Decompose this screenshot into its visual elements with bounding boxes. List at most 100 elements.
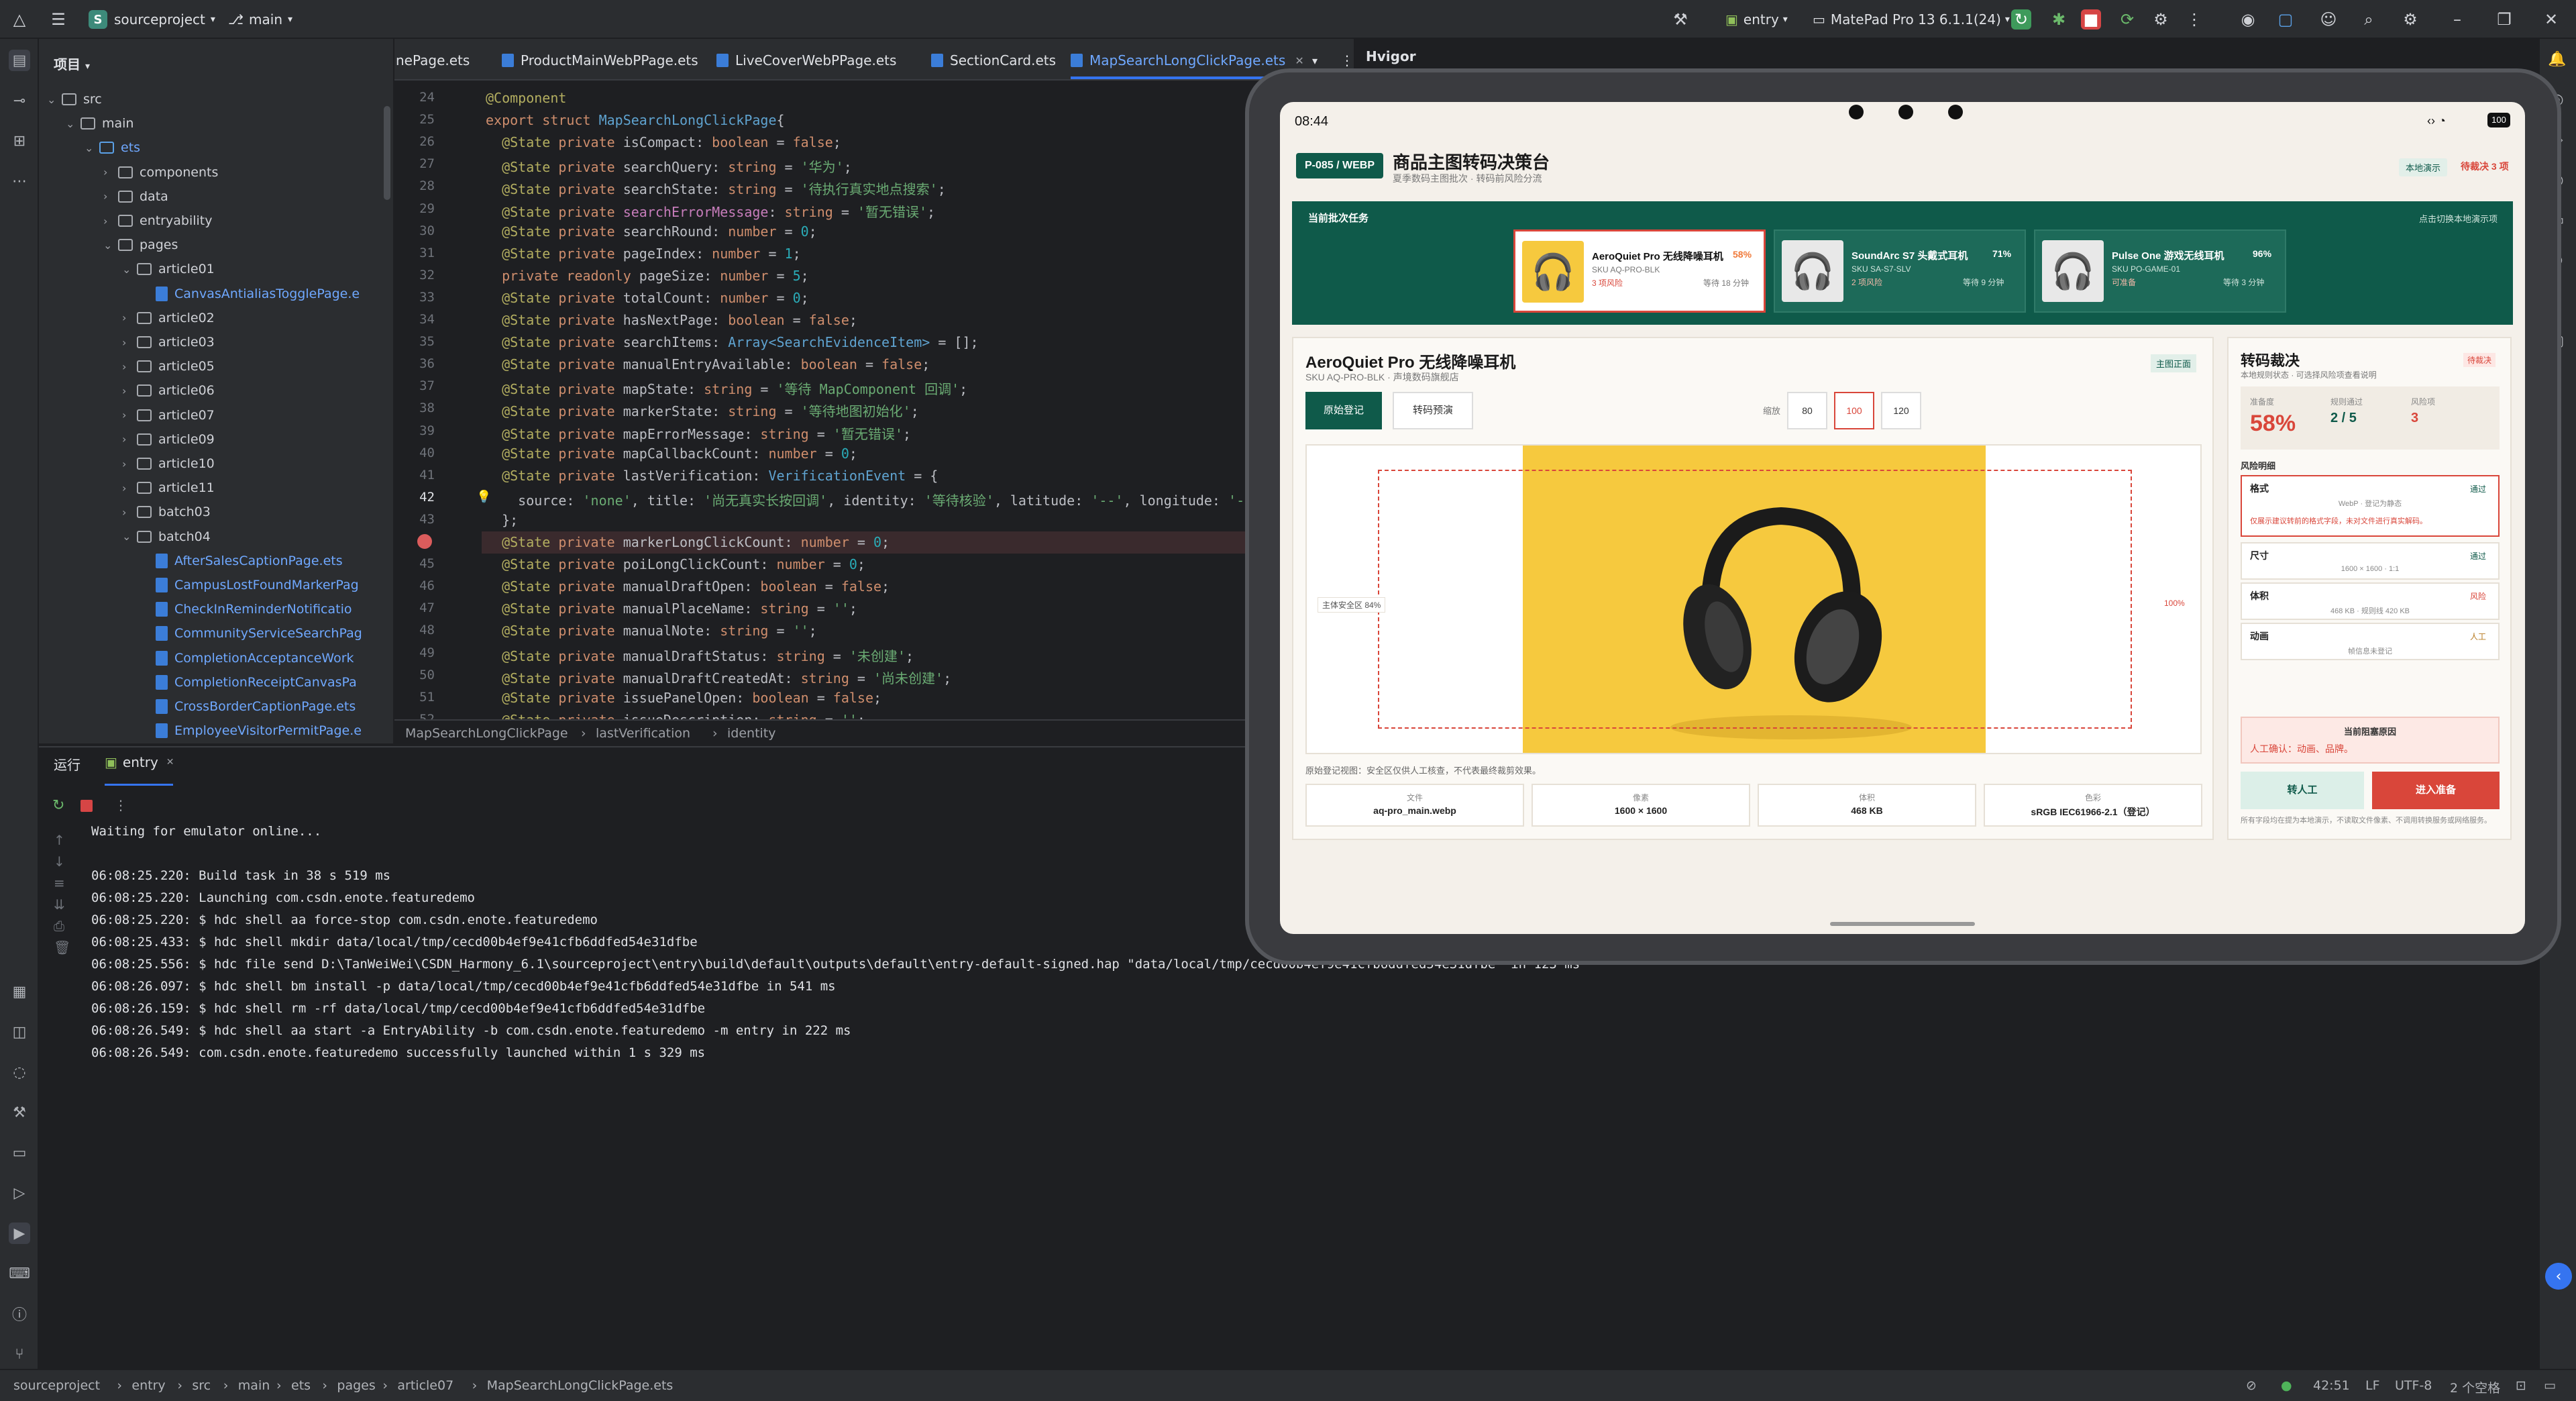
tree-row[interactable]: › article02: [122, 306, 215, 330]
gear-icon[interactable]: ⚙: [2400, 9, 2420, 30]
zoom-option[interactable]: 100: [1834, 392, 1874, 429]
zoom-option[interactable]: 80: [1787, 392, 1827, 429]
build-icon[interactable]: ⚒: [9, 1102, 30, 1123]
log-icon[interactable]: ◫: [9, 1021, 30, 1043]
tab-list-chevron-icon[interactable]: ▾: [1312, 48, 1318, 72]
indent-setting[interactable]: 2 个空格: [2450, 1378, 2500, 1396]
folder-icon[interactable]: ▢: [2275, 9, 2296, 30]
status-path-item[interactable]: article07: [397, 1378, 453, 1393]
notifications-icon[interactable]: 🔔: [2546, 48, 2568, 70]
account-icon[interactable]: ☺: [2318, 9, 2339, 30]
status-path-item[interactable]: MapSearchLongClickPage.ets: [487, 1378, 674, 1393]
play-icon[interactable]: ▷: [9, 1182, 30, 1204]
tree-arrow-icon[interactable]: ⌄: [85, 142, 99, 154]
breadcrumb-item[interactable]: identity: [727, 726, 776, 741]
manual-button[interactable]: 转人工: [2241, 772, 2364, 809]
preview-button[interactable]: 转码预演: [1393, 392, 1473, 429]
problems-icon[interactable]: ⓘ: [9, 1303, 30, 1325]
tree-row[interactable]: AfterSalesCaptionPage.ets: [141, 549, 343, 573]
tree-arrow-icon[interactable]: ›: [122, 482, 137, 495]
tree-arrow-icon[interactable]: ›: [122, 360, 137, 373]
tree-row[interactable]: ⌄ ets: [85, 136, 140, 160]
tree-row[interactable]: CampusLostFoundMarkerPag: [141, 573, 359, 597]
tree-row[interactable]: CompletionAcceptanceWork: [141, 646, 354, 670]
more-icon[interactable]: ⋯: [9, 170, 30, 192]
image-canvas[interactable]: 主体安全区 84% 100%: [1305, 444, 2202, 754]
tree-row[interactable]: › article10: [122, 452, 215, 476]
tree-arrow-icon[interactable]: ⌄: [103, 239, 118, 252]
arrow-down-icon[interactable]: ↓: [54, 851, 70, 872]
tree-row[interactable]: ⌄ article01: [122, 257, 215, 281]
tree-arrow-icon[interactable]: ›: [122, 506, 137, 519]
tree-row[interactable]: › article11: [122, 476, 215, 500]
more-icon[interactable]: ⋮: [2184, 9, 2204, 30]
tree-row[interactable]: ⌄ main: [66, 111, 133, 136]
services-icon[interactable]: ◌: [9, 1061, 30, 1083]
minimize-icon[interactable]: –: [2447, 9, 2467, 30]
enter-prepare-button[interactable]: 进入准备: [2372, 772, 2500, 809]
line-separator[interactable]: LF: [2365, 1378, 2380, 1393]
tree-row[interactable]: CanvasAntialiasTogglePage.e: [141, 282, 360, 306]
breakpoint-dot[interactable]: [417, 534, 432, 549]
tree-row[interactable]: CrossBorderCaptionPage.ets: [141, 694, 356, 719]
tree-arrow-icon[interactable]: ›: [122, 384, 137, 397]
search-icon[interactable]: ⌕: [2359, 9, 2379, 30]
tree-arrow-icon[interactable]: ›: [103, 215, 118, 227]
tree-row[interactable]: CommunityServiceSearchPag: [141, 621, 362, 645]
git-icon[interactable]: ⑂: [9, 1343, 30, 1365]
status-path-item[interactable]: entry: [131, 1378, 165, 1393]
memory-icon[interactable]: ▭: [2544, 1378, 2556, 1393]
tab-3[interactable]: SectionCard.ets: [931, 48, 1056, 72]
hammer-icon[interactable]: ⚒: [1670, 9, 1690, 30]
risk-item[interactable]: 体积 风险 468 KB · 规则线 420 KB: [2241, 582, 2500, 620]
close-icon[interactable]: ✕: [2541, 9, 2561, 30]
tree-row[interactable]: CheckInReminderNotificatio: [141, 597, 352, 621]
arrow-up-icon[interactable]: ↑: [54, 829, 70, 851]
project-switcher[interactable]: S sourceproject ▾: [89, 7, 215, 32]
tab-2[interactable]: LiveCoverWebPPage.ets: [716, 48, 896, 72]
tree-row[interactable]: CompletionReceiptCanvasPa: [141, 670, 357, 694]
readonly-icon[interactable]: ⊡: [2516, 1378, 2526, 1393]
status-path-item[interactable]: src: [192, 1378, 211, 1393]
risk-item[interactable]: 格式 通过 WebP · 登记为静态 仅展示建议转前的格式字段，未对文件进行真实解码。: [2241, 475, 2500, 537]
tree-row[interactable]: ⌄ pages: [103, 233, 178, 257]
tree-scrollbar[interactable]: [384, 106, 390, 200]
status-path-item[interactable]: pages: [337, 1378, 375, 1393]
tab-1[interactable]: ProductMainWebPPage.ets: [502, 48, 698, 72]
more-icon[interactable]: ⋮: [114, 797, 127, 813]
tree-row[interactable]: › article05: [122, 354, 215, 378]
console-icon[interactable]: ⌨: [9, 1263, 30, 1284]
tree-row[interactable]: ⌄ batch04: [122, 525, 211, 549]
tree-row[interactable]: › article06: [122, 378, 215, 403]
register-button[interactable]: 原始登记: [1305, 392, 1382, 429]
tree-arrow-icon[interactable]: ›: [122, 433, 137, 446]
status-path-item[interactable]: main: [238, 1378, 270, 1393]
task-card[interactable]: 🎧 AeroQuiet Pro 无线降噪耳机 SKU AQ-PRO-BLK 3 项风险…: [1513, 229, 1766, 313]
stop-icon[interactable]: [80, 800, 93, 812]
tree-arrow-icon[interactable]: ›: [122, 336, 137, 349]
tree-row[interactable]: EmployeeVisitorPermitPage.e: [141, 719, 362, 743]
status-path-item[interactable]: ets: [291, 1378, 311, 1393]
tab-hvigor[interactable]: Hvigor: [1366, 48, 1416, 64]
tree-arrow-icon[interactable]: ›: [122, 409, 137, 421]
stop-icon[interactable]: ■: [2081, 9, 2101, 30]
wrap-icon[interactable]: ≡: [54, 872, 70, 894]
tabs-more-icon[interactable]: ⋮: [1340, 48, 1354, 72]
branch-switcher[interactable]: ⎇ main ▾: [228, 7, 292, 32]
tree-row[interactable]: › article09: [122, 427, 215, 452]
breadcrumb-item[interactable]: MapSearchLongClickPage: [405, 726, 568, 741]
tree-row[interactable]: ⌄ src: [47, 87, 102, 111]
trash-icon[interactable]: 🗑: [54, 937, 70, 958]
table-icon[interactable]: ▦: [9, 981, 30, 1002]
tree-arrow-icon[interactable]: ›: [122, 311, 137, 324]
commit-icon[interactable]: ⊸: [9, 90, 30, 111]
zoom-option[interactable]: 120: [1881, 392, 1921, 429]
tree-row[interactable]: › data: [103, 185, 168, 209]
device-manager-icon[interactable]: ◉: [2238, 9, 2258, 30]
print-icon[interactable]: ⎙: [54, 915, 70, 937]
run-config-selector[interactable]: ▣ entry ▾: [1725, 7, 1788, 32]
tab-4[interactable]: MapSearchLongClickPage.ets ✕: [1071, 48, 1304, 72]
status-path-item[interactable]: sourceproject: [13, 1378, 100, 1393]
bug-icon[interactable]: ✱: [2049, 9, 2069, 30]
task-card[interactable]: 🎧 Pulse One 游戏无线耳机 SKU PO-GAME-01 可准备 96% 等待 …: [2034, 229, 2286, 313]
